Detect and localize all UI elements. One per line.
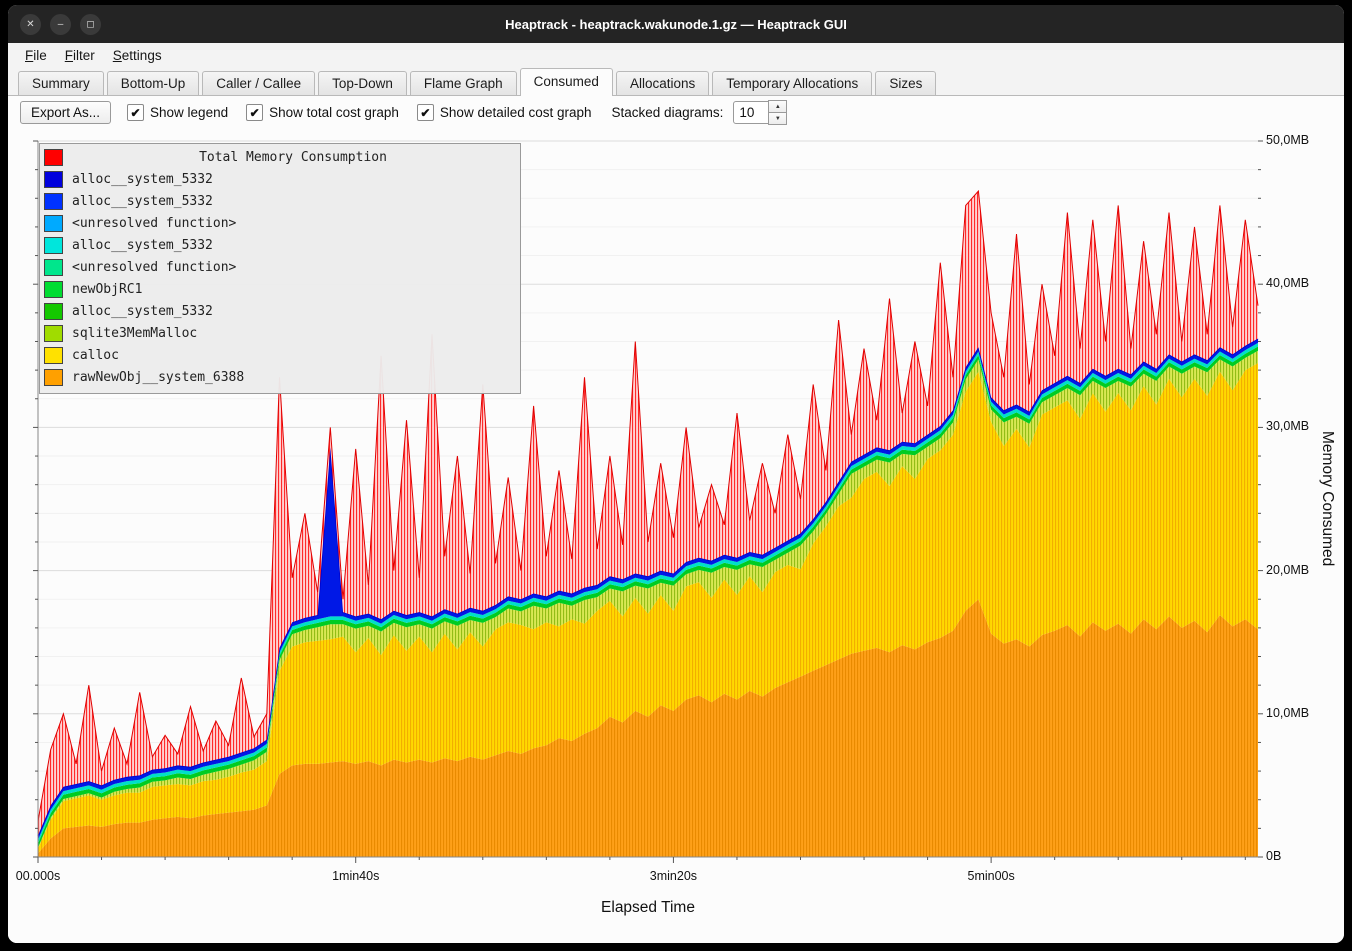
tab-caller-callee[interactable]: Caller / Callee: [202, 71, 315, 95]
legend-swatch: [44, 259, 63, 276]
maximize-icon[interactable]: ◻: [80, 14, 101, 35]
legend-total-swatch: [44, 149, 63, 166]
legend-label: alloc__system_5332: [72, 194, 213, 209]
window: ✕ – ◻ Heaptrack - heaptrack.wakunode.1.g…: [8, 5, 1344, 943]
tab-sizes[interactable]: Sizes: [875, 71, 936, 95]
checkbox-show-total-cost-graph[interactable]: ✔ Show total cost graph: [246, 104, 399, 121]
legend-swatch: [44, 193, 63, 210]
toolbar: Export As... ✔ Show legend ✔ Show total cos…: [8, 96, 1344, 129]
titlebar: ✕ – ◻ Heaptrack - heaptrack.wakunode.1.g…: [8, 5, 1344, 43]
y-axis-label: Memory Consumed: [1318, 141, 1336, 857]
legend-label: alloc__system_5332: [72, 304, 213, 319]
legend-items: alloc__system_5332 alloc__system_5332 <unr…: [44, 168, 514, 388]
legend-label: <unresolved function>: [72, 260, 236, 275]
legend-swatch: [44, 325, 63, 342]
legend-swatch: [44, 303, 63, 320]
y-tick-label: 20,0MB: [1266, 563, 1309, 577]
legend-title-row: Total Memory Consumption: [44, 146, 514, 168]
legend-label: rawNewObj__system_6388: [72, 370, 244, 385]
checkbox-group: ✔ Show legend ✔ Show total cost graph ✔ Show …: [127, 104, 592, 121]
spin-down-icon[interactable]: ▼: [768, 112, 787, 125]
chart-area: Total Memory Consumption alloc__system_5…: [8, 129, 1344, 943]
x-tick-label: 3min20s: [650, 869, 697, 883]
legend-label: alloc__system_5332: [72, 238, 213, 253]
stacked-diagrams-label: Stacked diagrams:: [612, 105, 724, 120]
checkbox-show-legend[interactable]: ✔ Show legend: [127, 104, 228, 121]
checkmark-icon: ✔: [127, 104, 144, 121]
window-controls: ✕ – ◻: [20, 14, 110, 35]
tab-consumed[interactable]: Consumed: [520, 68, 613, 96]
legend-title: Total Memory Consumption: [72, 150, 514, 165]
legend-swatch: [44, 369, 63, 386]
y-tick-label: 50,0MB: [1266, 133, 1309, 147]
y-tick-label: 10,0MB: [1266, 706, 1309, 720]
legend-swatch: [44, 171, 63, 188]
checkmark-icon: ✔: [417, 104, 434, 121]
legend-swatch: [44, 347, 63, 364]
legend-item: sqlite3MemMalloc: [44, 322, 514, 344]
legend-item: alloc__system_5332: [44, 234, 514, 256]
stacked-diagrams-spinbox: 10 ▲ ▼: [733, 100, 787, 125]
x-tick-label: 1min40s: [332, 869, 379, 883]
legend-item: calloc: [44, 344, 514, 366]
tab-allocations[interactable]: Allocations: [616, 71, 709, 95]
tab-summary[interactable]: Summary: [18, 71, 104, 95]
x-tick-label: 5min00s: [968, 869, 1015, 883]
x-axis-label: Elapsed Time: [38, 899, 1258, 917]
y-tick-label: 40,0MB: [1266, 276, 1309, 290]
legend-swatch: [44, 215, 63, 232]
x-tick-label: 00.000s: [16, 869, 60, 883]
checkmark-icon: ✔: [246, 104, 263, 121]
legend-item: <unresolved function>: [44, 256, 514, 278]
tabbar: SummaryBottom-UpCaller / CalleeTop-DownF…: [8, 67, 1344, 96]
y-tick-label: 0B: [1266, 849, 1281, 863]
tab-top-down[interactable]: Top-Down: [318, 71, 407, 95]
menu-item-settings[interactable]: Settings: [104, 46, 171, 65]
tab-temporary-allocations[interactable]: Temporary Allocations: [712, 71, 872, 95]
close-icon[interactable]: ✕: [20, 14, 41, 35]
legend-label: newObjRC1: [72, 282, 142, 297]
menu-item-filter[interactable]: Filter: [56, 46, 104, 65]
window-title: Heaptrack - heaptrack.wakunode.1.gz — He…: [8, 17, 1344, 32]
checkbox-label: Show detailed cost graph: [440, 105, 592, 120]
export-as-button[interactable]: Export As...: [20, 101, 111, 124]
legend-item: <unresolved function>: [44, 212, 514, 234]
y-tick-label: 30,0MB: [1266, 419, 1309, 433]
legend-swatch: [44, 281, 63, 298]
tab-flame-graph[interactable]: Flame Graph: [410, 71, 517, 95]
legend-label: calloc: [72, 348, 119, 363]
legend-item: newObjRC1: [44, 278, 514, 300]
legend-label: <unresolved function>: [72, 216, 236, 231]
checkbox-label: Show total cost graph: [269, 105, 399, 120]
legend-label: alloc__system_5332: [72, 172, 213, 187]
legend-swatch: [44, 237, 63, 254]
legend-item: rawNewObj__system_6388: [44, 366, 514, 388]
menubar: FileFilterSettings: [8, 43, 1344, 67]
stacked-diagrams-value[interactable]: 10: [733, 101, 769, 124]
tab-bottom-up[interactable]: Bottom-Up: [107, 71, 200, 95]
checkbox-show-detailed-cost-graph[interactable]: ✔ Show detailed cost graph: [417, 104, 592, 121]
menu-item-file[interactable]: File: [16, 46, 56, 65]
checkbox-label: Show legend: [150, 105, 228, 120]
minimize-icon[interactable]: –: [50, 14, 71, 35]
chart-legend: Total Memory Consumption alloc__system_5…: [39, 143, 521, 394]
legend-item: alloc__system_5332: [44, 190, 514, 212]
legend-item: alloc__system_5332: [44, 168, 514, 190]
legend-label: sqlite3MemMalloc: [72, 326, 197, 341]
legend-item: alloc__system_5332: [44, 300, 514, 322]
